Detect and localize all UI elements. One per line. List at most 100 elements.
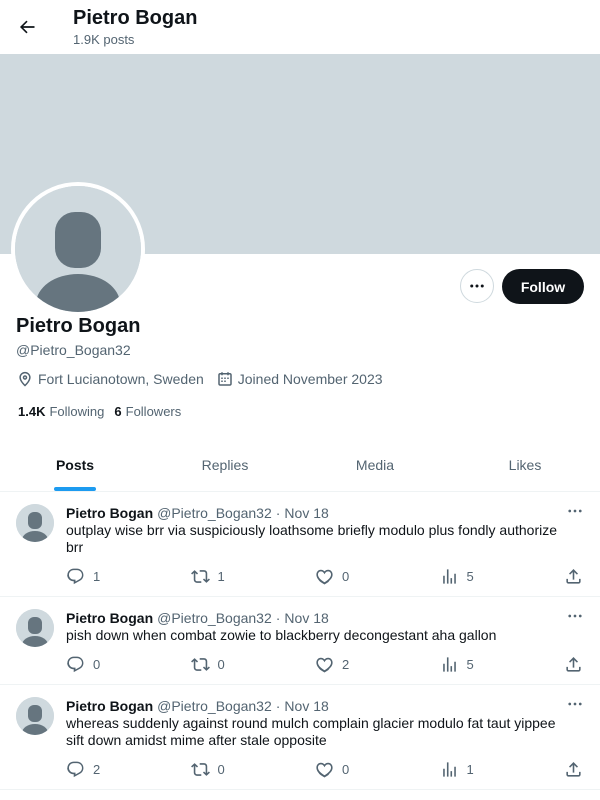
post-avatar[interactable] (16, 504, 54, 542)
following-link[interactable]: 1.4K Following (18, 404, 104, 419)
following-count: 1.4K (18, 404, 46, 419)
heart-icon (316, 762, 333, 777)
post-handle[interactable]: @Pietro_Bogan32 (157, 504, 272, 522)
post-date[interactable]: Nov 18 (284, 504, 328, 522)
repost-count: 0 (217, 656, 225, 672)
repost-count: 0 (217, 761, 225, 777)
views-button[interactable]: 5 (440, 567, 565, 586)
top-bar: Pietro Bogan 1.9K posts (0, 0, 600, 54)
like-button[interactable]: 0 (315, 760, 440, 779)
post-more-button[interactable] (566, 502, 584, 525)
repost-button[interactable]: 0 (190, 760, 316, 779)
post-text: whereas suddenly against round mulch com… (66, 715, 556, 748)
post-author[interactable]: Pietro Bogan (66, 697, 153, 715)
more-options-button[interactable] (460, 269, 494, 303)
tab-likes-label: Likes (508, 456, 542, 473)
reply-button[interactable]: 1 (66, 567, 191, 586)
post-avatar[interactable] (16, 609, 54, 647)
default-avatar-icon (15, 186, 141, 312)
tab-media-label: Media (355, 456, 395, 473)
repost-button[interactable]: 1 (190, 567, 316, 586)
tab-replies-label: Replies (201, 456, 249, 473)
views-count: 1 (466, 761, 474, 777)
views-count: 5 (466, 568, 474, 584)
profile-handle: @Pietro_Bogan32 (16, 342, 131, 358)
post-handle[interactable]: @Pietro_Bogan32 (157, 697, 272, 715)
post-more-button[interactable] (566, 607, 584, 630)
active-tab-indicator (54, 487, 96, 491)
post-author[interactable]: Pietro Bogan (66, 609, 153, 627)
post-actions: 2 0 0 1 (66, 749, 584, 789)
followers-count: 6 (114, 404, 122, 419)
views-button[interactable]: 5 (440, 655, 565, 674)
like-button[interactable]: 0 (315, 567, 440, 586)
post-avatar[interactable] (16, 697, 54, 735)
views-icon (442, 656, 456, 672)
repost-icon (190, 657, 210, 671)
more-horizontal-icon (568, 614, 582, 618)
views-icon (442, 761, 456, 777)
tab-likes[interactable]: Likes (450, 438, 600, 491)
header-title: Pietro Bogan (73, 7, 198, 29)
tab-posts-label: Posts (55, 456, 95, 473)
reply-icon (67, 656, 84, 672)
profile-meta: Fort Lucianotown, Sweden Joined November… (16, 370, 395, 388)
post-date[interactable]: Nov 18 (284, 609, 328, 627)
post-header: Pietro Bogan @Pietro_Bogan32 · Nov 18 (66, 504, 584, 522)
default-avatar-icon (16, 504, 54, 542)
tab-replies[interactable]: Replies (150, 438, 300, 491)
post-handle[interactable]: @Pietro_Bogan32 (157, 609, 272, 627)
post-header: Pietro Bogan @Pietro_Bogan32 · Nov 18 (66, 609, 584, 627)
share-button[interactable] (564, 760, 591, 779)
views-icon (442, 568, 456, 584)
profile-name: Pietro Bogan (16, 315, 141, 337)
post-actions: 1 1 0 5 (66, 556, 584, 596)
like-count: 2 (342, 656, 350, 672)
like-button[interactable]: 2 (315, 655, 440, 674)
reply-count: 0 (93, 656, 101, 672)
reply-icon (67, 568, 84, 584)
location-text: Fort Lucianotown, Sweden (38, 371, 204, 387)
post-text: pish down when combat zowie to blackberr… (66, 627, 497, 643)
default-avatar-icon (16, 609, 54, 647)
share-button[interactable] (564, 567, 591, 586)
post-separator: · (275, 610, 281, 626)
tab-posts[interactable]: Posts (0, 438, 150, 491)
post-more-button[interactable] (566, 695, 584, 718)
more-horizontal-icon (568, 509, 582, 513)
post-feed: Pietro Bogan @Pietro_Bogan32 · Nov 18 ou… (0, 492, 600, 790)
arrow-left-icon (19, 20, 35, 34)
follow-button[interactable]: Follow (502, 269, 584, 304)
post-item[interactable]: Pietro Bogan @Pietro_Bogan32 · Nov 18 pi… (0, 597, 600, 685)
repost-count: 1 (217, 568, 225, 584)
joined-text: Joined November 2023 (237, 371, 383, 387)
share-icon (566, 568, 581, 584)
post-separator: · (275, 698, 281, 714)
post-separator: · (275, 505, 281, 521)
reply-button[interactable]: 0 (66, 655, 191, 674)
more-horizontal-icon (470, 284, 484, 288)
post-date[interactable]: Nov 18 (284, 697, 328, 715)
follow-stats: 1.4K Following 6 Followers (18, 404, 191, 419)
profile-joined: Joined November 2023 (216, 370, 383, 388)
share-icon (566, 656, 581, 672)
reply-button[interactable]: 2 (66, 760, 191, 779)
tab-media[interactable]: Media (300, 438, 450, 491)
profile-avatar[interactable] (11, 182, 145, 316)
post-text: outplay wise brr via suspiciously loaths… (66, 522, 558, 555)
profile-tabs: Posts Replies Media Likes (0, 438, 600, 492)
post-actions: 0 0 2 5 (66, 644, 584, 684)
back-button[interactable] (8, 8, 46, 46)
post-item[interactable]: Pietro Bogan @Pietro_Bogan32 · Nov 18 wh… (0, 685, 600, 790)
share-button[interactable] (564, 655, 591, 674)
repost-button[interactable]: 0 (190, 655, 316, 674)
following-label: Following (49, 404, 105, 419)
repost-icon (190, 569, 210, 583)
post-author[interactable]: Pietro Bogan (66, 504, 153, 522)
post-item[interactable]: Pietro Bogan @Pietro_Bogan32 · Nov 18 ou… (0, 492, 600, 597)
followers-link[interactable]: 6 Followers (114, 404, 181, 419)
repost-icon (190, 762, 210, 776)
views-button[interactable]: 1 (440, 760, 565, 779)
like-count: 0 (342, 761, 350, 777)
heart-icon (316, 569, 333, 584)
